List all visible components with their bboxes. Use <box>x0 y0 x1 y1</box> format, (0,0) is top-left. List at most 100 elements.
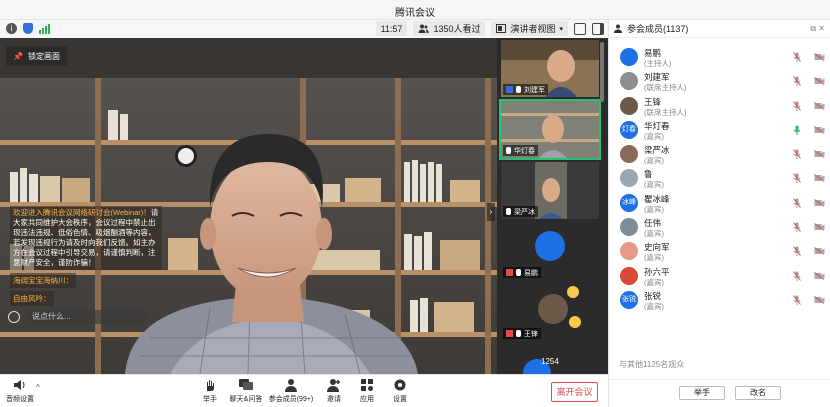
participants-icon <box>614 24 622 33</box>
participants-button[interactable]: 参会成员(99+) <box>266 378 316 404</box>
mic-muted-icon[interactable] <box>793 295 801 305</box>
camera-off-icon[interactable] <box>814 53 825 61</box>
pin-icon: 📌 <box>13 51 23 61</box>
participant-role: (嘉宾) <box>644 253 664 263</box>
participants-title: 参会成员(1137) <box>627 24 689 34</box>
camera-off-icon[interactable] <box>814 271 825 280</box>
mic-muted-icon[interactable] <box>793 100 801 111</box>
window-title: 腾讯会议 <box>395 8 435 19</box>
mic-muted-icon[interactable] <box>793 149 801 160</box>
participant-role: (主持人) <box>644 59 672 68</box>
avatar: 冰峰 <box>620 193 638 212</box>
participant-row[interactable]: 灯春 华灯春 (嘉宾) <box>609 118 830 142</box>
rename-button[interactable]: 改名 <box>735 386 781 400</box>
raise-hand-button[interactable]: 举手 <box>190 378 230 404</box>
sidebar-toggle-icon[interactable] <box>592 22 604 35</box>
video-thumb[interactable]: 梁严冰 <box>501 162 599 219</box>
participant-row[interactable]: 孙六平 (嘉宾) <box>609 264 830 288</box>
user-icon <box>506 269 513 276</box>
participant-video-strip: 刘建军 华灯春 梁严冰 易鹏 王锋 张锐 1254 <box>497 38 608 374</box>
thumb-name: 华灯春 <box>514 147 535 155</box>
participant-row[interactable]: 冰峰 瞿冰峰 (嘉宾) <box>609 191 830 215</box>
info-icon[interactable]: i <box>6 23 17 34</box>
mic-muted-icon[interactable] <box>793 52 801 62</box>
camera-off-icon[interactable] <box>814 296 825 304</box>
chat-qa-button[interactable]: 聊天&问答 <box>226 378 266 404</box>
hand-icon <box>207 380 214 391</box>
participant-row[interactable]: 易鹏 (主持人) <box>609 45 830 69</box>
leave-meeting-button[interactable]: 离开会议 <box>551 382 598 402</box>
more-audience-text: 与其他1125名观众 <box>619 360 685 369</box>
mic-muted-icon[interactable] <box>793 197 801 208</box>
participants-actions: 举手 改名 <box>609 379 830 407</box>
chat-qa-label: 聊天&问答 <box>229 396 263 403</box>
mic-icon <box>516 86 521 93</box>
speaker-icon <box>14 380 25 390</box>
participant-role: (嘉宾) <box>644 131 664 141</box>
avatar <box>620 169 638 188</box>
participant-row[interactable]: 鲁 (嘉宾) <box>609 166 830 190</box>
camera-off-icon[interactable] <box>814 223 825 231</box>
mic-muted-icon[interactable] <box>793 222 801 233</box>
mic-on-icon[interactable] <box>793 125 801 135</box>
view-mode-label: 演讲者视图 <box>510 24 556 34</box>
mic-icon <box>516 269 521 276</box>
thumb-name: 易鹏 <box>524 269 538 277</box>
participant-row[interactable]: 任伟 (嘉宾) <box>609 215 830 239</box>
network-signal-icon[interactable] <box>39 23 50 34</box>
gear-icon <box>394 379 406 391</box>
video-thumb[interactable]: 易鹏 <box>501 223 599 280</box>
mic-muted-icon[interactable] <box>793 270 801 281</box>
avatar <box>620 96 638 115</box>
fullscreen-icon[interactable] <box>574 22 586 35</box>
audio-settings-button[interactable]: 音频设置 <box>0 378 40 404</box>
mic-muted-icon[interactable] <box>793 173 801 184</box>
camera-off-icon[interactable] <box>814 150 825 159</box>
lock-view-button[interactable]: 📌 锁定画面 <box>6 46 67 66</box>
user-icon <box>506 86 513 93</box>
participant-row[interactable]: 张锐 张锐 (嘉宾) <box>609 288 830 312</box>
user-icon <box>506 330 513 337</box>
camera-off-icon[interactable] <box>814 101 825 110</box>
thumb-name: 王锋 <box>524 330 538 338</box>
meeting-top-toolbar: i 11:57 1350人看过 演讲者视图 ▾ <box>0 20 608 38</box>
collapse-strip-arrow[interactable]: › <box>487 203 495 221</box>
participant-row[interactable]: 王锋 (联席主持人) <box>609 94 830 118</box>
settings-button[interactable]: 设置 <box>380 378 420 404</box>
chevron-up-icon[interactable]: ^ <box>36 383 40 392</box>
tencent-meeting-window: 腾讯会议 i 11:57 1350人看过 演讲者视图 ▾ 📌 锁定画面 欢迎进入… <box>0 0 830 407</box>
raise-hand-panel-button[interactable]: 举手 <box>679 386 725 400</box>
participant-row[interactable]: 史向军 (嘉宾) <box>609 239 830 263</box>
participant-role: (嘉宾) <box>644 156 664 166</box>
viewer-count[interactable]: 1350人看过 <box>413 21 486 36</box>
participant-row[interactable]: 梁严冰 (嘉宾) <box>609 142 830 166</box>
video-thumb[interactable]: 王锋 <box>501 284 599 341</box>
camera-off-icon[interactable] <box>814 247 825 256</box>
video-thumb-active[interactable]: 华灯春 <box>499 99 601 160</box>
panel-window-controls[interactable]: ⧉ ✕ <box>810 24 825 34</box>
video-thumb[interactable]: 刘建军 <box>501 40 599 97</box>
camera-off-icon[interactable] <box>814 174 825 183</box>
settings-label: 设置 <box>393 396 407 403</box>
strip-scrollbar[interactable] <box>600 42 604 102</box>
view-mode-select[interactable]: 演讲者视图 ▾ <box>491 21 568 36</box>
chat-input[interactable]: 说点什么... <box>26 310 148 324</box>
participant-row[interactable]: 刘建军 (联席主持人) <box>609 69 830 93</box>
security-shield-icon[interactable] <box>23 23 33 34</box>
meeting-clock: 11:57 <box>375 21 408 36</box>
camera-off-icon[interactable] <box>814 198 825 207</box>
avatar <box>620 145 638 164</box>
invite-icon <box>327 379 340 392</box>
emoji-icon[interactable] <box>8 311 20 323</box>
chat-welcome-title: 欢迎进入腾讯会议网络研讨会(Webinar)！ <box>13 208 151 217</box>
avatar <box>620 218 638 237</box>
camera-off-icon[interactable] <box>814 125 825 134</box>
camera-off-icon[interactable] <box>814 77 825 86</box>
mic-muted-icon[interactable] <box>793 246 801 257</box>
clock-text: 11:57 <box>380 23 403 34</box>
raise-hand-label: 举手 <box>203 396 217 403</box>
apps-label: 应用 <box>360 396 374 403</box>
meeting-controls-bar: 音频设置 ^ 举手 聊天&问答 参会成员(99+) 邀请 应用 设置 离开会议 <box>0 374 608 407</box>
mic-muted-icon[interactable] <box>793 76 801 87</box>
participants-label: 参会成员(99+) <box>268 396 314 403</box>
